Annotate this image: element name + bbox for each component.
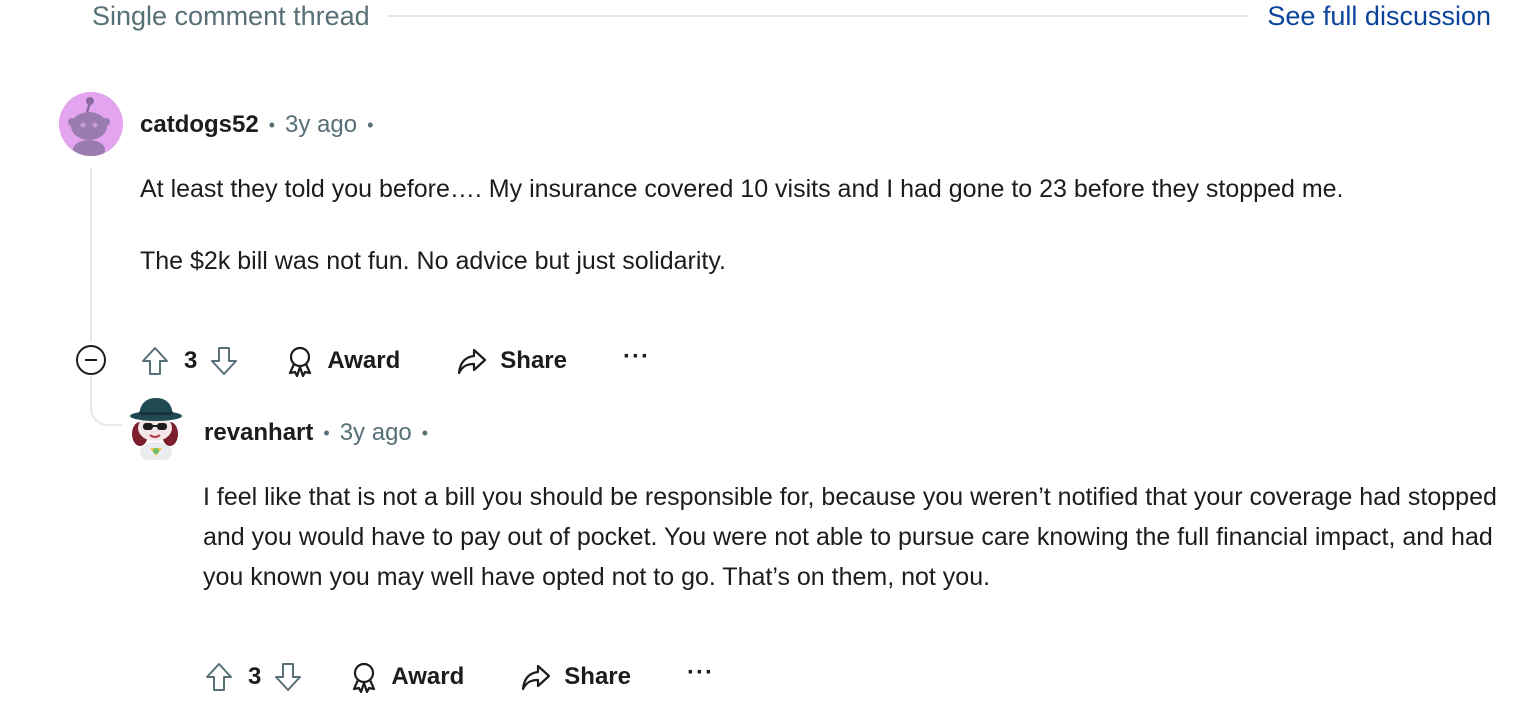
comment-time[interactable]: 3y ago [340,419,412,447]
comment-meta: revanhart • 3y ago • [204,417,438,449]
share-label: Share [500,347,567,374]
author-name[interactable]: revanhart [204,419,313,447]
upvote-icon [142,347,168,375]
comment-time[interactable]: 3y ago [285,111,357,139]
minus-icon [85,359,97,361]
award-button[interactable]: Award [285,345,400,377]
upvote-button[interactable] [202,660,236,694]
avatar[interactable] [59,92,123,156]
upvote-icon [206,663,232,691]
comment-body: At least they told you before…. My insur… [140,169,1500,281]
reply-thread-line[interactable] [90,376,122,426]
comment-paragraph: I feel like that is not a bill you shoul… [203,483,1497,591]
vote-group: 3 [138,344,241,378]
vote-group: 3 [202,660,305,694]
downvote-icon [275,663,302,691]
more-options-button[interactable]: ··· [687,661,714,693]
share-icon [520,662,552,692]
award-icon [285,345,315,377]
comment-meta: catdogs52 • 3y ago • [140,109,383,141]
award-button[interactable]: Award [349,661,464,693]
thread-line[interactable] [90,168,92,342]
avatar[interactable] [126,396,184,462]
vote-score: 3 [184,347,198,374]
comment-thread-page: Single comment thread See full discussio… [0,0,1540,704]
thread-header: Single comment thread See full discussio… [92,0,1491,32]
vote-score: 3 [248,663,262,690]
separator-dot: • [268,114,276,135]
award-icon [349,661,379,693]
downvote-button[interactable] [207,344,241,378]
comment-actions: 3 Award Share ··· [138,341,650,381]
see-full-discussion-link[interactable]: See full discussion [1267,1,1491,32]
award-label: Award [327,347,401,374]
more-options-button[interactable]: ··· [623,345,650,377]
comment-paragraph: The $2k bill was not fun. No advice but … [140,247,726,275]
comment-body: I feel like that is not a bill you shoul… [203,477,1503,597]
upvote-button[interactable] [138,344,172,378]
share-icon [456,346,488,376]
custom-snoo-avatar-icon [130,398,182,462]
thread-title: Single comment thread [92,0,370,31]
author-name[interactable]: catdogs52 [140,111,259,139]
award-label: Award [391,663,465,690]
downvote-button[interactable] [271,660,305,694]
snoo-avatar-icon [59,92,123,156]
divider [387,15,1250,17]
comment-paragraph: At least they told you before…. My insur… [140,175,1344,203]
comment-actions: 3 Award Share ··· [202,657,714,697]
share-label: Share [564,663,631,690]
share-button[interactable]: Share [456,346,567,376]
separator-dot: • [421,422,429,443]
collapse-thread-button[interactable] [76,345,106,375]
separator-dot: • [367,114,374,135]
downvote-icon [211,347,238,375]
separator-dot: • [323,422,330,443]
share-button[interactable]: Share [520,662,631,692]
